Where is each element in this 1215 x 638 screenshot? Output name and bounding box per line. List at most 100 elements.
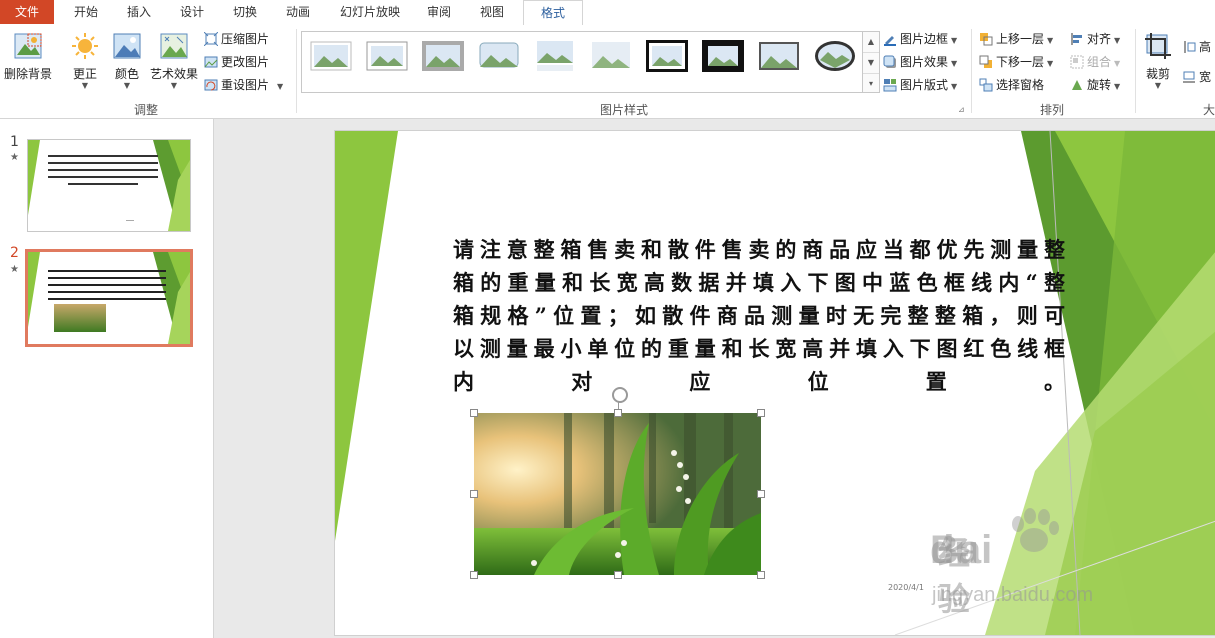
compress-icon bbox=[203, 31, 219, 46]
dialog-launcher-icon[interactable]: ⊿ bbox=[958, 105, 965, 114]
align-button[interactable]: 对齐 ▼ bbox=[1070, 29, 1120, 49]
picture-border-button[interactable]: 图片边框 ▼ bbox=[883, 29, 957, 49]
tab-transitions[interactable]: 切换 bbox=[221, 0, 269, 24]
remove-background-icon bbox=[13, 31, 43, 61]
rotate-handle-icon[interactable] bbox=[612, 387, 628, 403]
compress-pictures-button[interactable]: 压缩图片 bbox=[203, 29, 269, 49]
reset-picture-button[interactable]: 重设图片 ▼ bbox=[204, 75, 283, 95]
effects-icon bbox=[883, 55, 897, 69]
watermark-url: jingyan.baidu.com bbox=[932, 584, 1094, 606]
selected-picture[interactable] bbox=[474, 413, 761, 575]
bring-forward-button[interactable]: 上移一层 ▼ bbox=[979, 29, 1053, 49]
picture-style-1[interactable] bbox=[310, 40, 352, 72]
color-button[interactable]: 颜色 ▼ bbox=[110, 31, 144, 90]
group-divider bbox=[296, 29, 297, 113]
slide-number-1: 1 bbox=[10, 134, 19, 150]
height-field[interactable]: 高 bbox=[1182, 37, 1211, 57]
group-icon bbox=[1070, 55, 1084, 69]
picture-style-10[interactable] bbox=[814, 40, 856, 72]
resize-handle-bottom-right[interactable] bbox=[757, 571, 765, 579]
slide-text-line: 请注意整箱售卖和散件售卖的商品应当都优先测量整 bbox=[453, 237, 1067, 262]
artistic-effects-button[interactable]: 艺术效果 ▼ bbox=[148, 31, 200, 90]
picture-styles-gallery: ▲ ▼ ▾ bbox=[301, 31, 880, 93]
align-icon bbox=[1070, 32, 1084, 46]
change-picture-icon bbox=[204, 55, 218, 69]
picture-style-3[interactable] bbox=[422, 40, 464, 72]
selection-pane-button[interactable]: 选择窗格 bbox=[979, 75, 1044, 95]
picture-style-8[interactable] bbox=[702, 40, 744, 72]
resize-handle-top-right[interactable] bbox=[757, 409, 765, 417]
picture-style-4[interactable] bbox=[478, 40, 520, 72]
animation-star-icon: ★ bbox=[10, 152, 19, 163]
picture-style-5[interactable] bbox=[534, 40, 576, 72]
picture-styles-group-label: 图片样式 bbox=[600, 103, 649, 117]
tab-slideshow[interactable]: 幻灯片放映 bbox=[333, 0, 407, 24]
gallery-up-arrow-icon[interactable]: ▲ bbox=[863, 32, 879, 53]
tab-review[interactable]: 审阅 bbox=[415, 0, 463, 24]
picture-effects-button[interactable]: 图片效果 ▼ bbox=[883, 52, 957, 72]
resize-handle-top[interactable] bbox=[614, 409, 622, 417]
slide-thumbnail-panel: 1 ★ 2 ★ bbox=[0, 119, 214, 638]
remove-background-button[interactable]: 删除背景 bbox=[2, 31, 54, 82]
bring-forward-icon bbox=[979, 32, 993, 46]
picture-style-2[interactable] bbox=[366, 40, 408, 72]
tab-home[interactable]: 开始 bbox=[62, 0, 110, 24]
slide-thumbnail-1[interactable] bbox=[27, 139, 191, 232]
tab-insert[interactable]: 插入 bbox=[115, 0, 163, 24]
tab-design[interactable]: 设计 bbox=[168, 0, 216, 24]
corrections-label: 更正 bbox=[72, 67, 97, 81]
layout-icon bbox=[883, 78, 897, 92]
change-picture-button[interactable]: 更改图片 bbox=[204, 52, 269, 72]
resize-handle-bottom[interactable] bbox=[614, 571, 622, 579]
slide-text-line: 箱的重量和长宽高数据并填入下图中蓝色框线内“整 bbox=[453, 270, 1067, 295]
slide-date: 2020/4/1 bbox=[888, 583, 924, 592]
arrange-group-label: 排列 bbox=[1040, 103, 1065, 117]
picture-color-icon bbox=[112, 31, 142, 61]
crop-button[interactable]: 裁剪 ▼ bbox=[1142, 31, 1174, 90]
ribbon: 删除背景 更正 ▼ 颜色 ▼ 艺术效果 ▼ 压缩图片 更改图片 重设图片 ▼ 调整 bbox=[0, 25, 1215, 119]
tab-file[interactable]: 文件 bbox=[0, 0, 54, 24]
group-divider bbox=[971, 29, 972, 113]
width-field[interactable]: 宽 bbox=[1182, 67, 1211, 87]
group-divider bbox=[1135, 29, 1136, 113]
picture-style-6[interactable] bbox=[590, 40, 632, 72]
tab-animations[interactable]: 动画 bbox=[274, 0, 322, 24]
animation-star-icon: ★ bbox=[10, 264, 19, 275]
gallery-down-arrow-icon[interactable]: ▼ bbox=[863, 53, 879, 74]
gallery-more-icon[interactable]: ▾ bbox=[863, 74, 879, 94]
picture-layout-button[interactable]: 图片版式 ▼ bbox=[883, 75, 957, 95]
ribbon-tab-bar: 文件 开始 插入 设计 切换 动画 幻灯片放映 审阅 视图 格式 bbox=[0, 0, 1215, 26]
corrections-button[interactable]: 更正 ▼ bbox=[66, 31, 104, 90]
slide-number-2: 2 bbox=[10, 245, 19, 261]
color-label: 颜色 bbox=[114, 67, 139, 81]
send-backward-icon bbox=[979, 55, 993, 69]
group-button[interactable]: 组合 ▼ bbox=[1070, 52, 1120, 72]
resize-handle-top-left[interactable] bbox=[470, 409, 478, 417]
artistic-effects-icon bbox=[159, 31, 189, 61]
rotate-button[interactable]: 旋转 ▼ bbox=[1070, 75, 1120, 95]
crop-icon bbox=[1143, 31, 1173, 61]
size-group-label: 大 bbox=[1203, 103, 1215, 117]
slide-text-line: 箱规格”位置；如散件商品测量时无完整整箱，则可 bbox=[453, 303, 1067, 328]
tab-view[interactable]: 视图 bbox=[468, 0, 516, 24]
slide-body-text[interactable]: 请注意整箱售卖和散件售卖的商品应当都优先测量整 箱的重量和长宽高数据并填入下图中… bbox=[453, 233, 1067, 398]
remove-background-label: 删除背景 bbox=[3, 67, 52, 81]
height-icon bbox=[1182, 40, 1196, 54]
paw-icon bbox=[1012, 508, 1059, 552]
crop-label: 裁剪 bbox=[1145, 67, 1170, 81]
adjust-group-label: 调整 bbox=[134, 103, 159, 117]
send-backward-button[interactable]: 下移一层 ▼ bbox=[979, 52, 1053, 72]
resize-handle-right[interactable] bbox=[757, 490, 765, 498]
rotate-icon bbox=[1070, 78, 1084, 92]
picture-style-9[interactable] bbox=[758, 40, 800, 72]
selection-pane-icon bbox=[979, 78, 993, 92]
gallery-scrollbar[interactable]: ▲ ▼ ▾ bbox=[862, 32, 879, 92]
current-slide[interactable]: 请注意整箱售卖和散件售卖的商品应当都优先测量整 箱的重量和长宽高数据并填入下图中… bbox=[334, 130, 1215, 636]
picture-style-7[interactable] bbox=[646, 40, 688, 72]
artistic-effects-label: 艺术效果 bbox=[149, 67, 198, 81]
width-icon bbox=[1182, 70, 1196, 84]
resize-handle-bottom-left[interactable] bbox=[470, 571, 478, 579]
resize-handle-left[interactable] bbox=[470, 490, 478, 498]
tab-format[interactable]: 格式 bbox=[523, 0, 583, 26]
slide-thumbnail-2[interactable] bbox=[25, 249, 193, 347]
